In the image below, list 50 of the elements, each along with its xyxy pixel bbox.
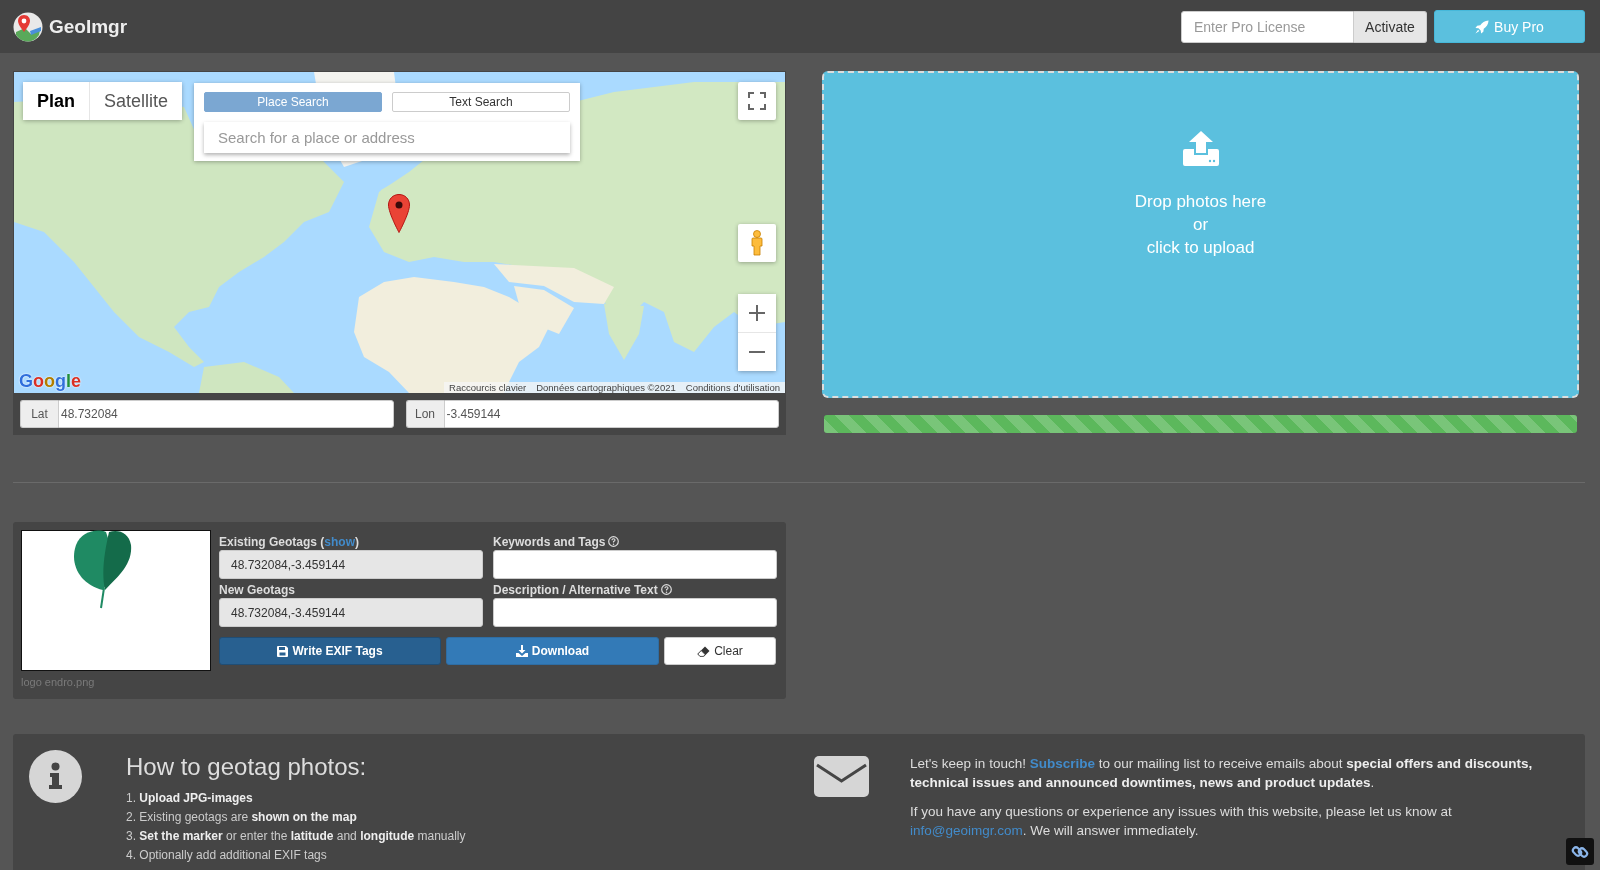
step-text: 3. Set the marker or enter the latitude and longitude manually (126, 828, 466, 845)
coordinate-field[interactable]: 48.732084 (58, 400, 394, 428)
app-name: GeoImgr (49, 15, 128, 38)
download-icon (515, 645, 528, 657)
map-type-tab[interactable]: Satellite (89, 82, 183, 120)
newsletter-text: Let's keep in touch! Subscribe to our mailing list to receive emails about special offers and discounts, technical issues and announced downtimes, news and product updates. (910, 755, 1534, 792)
field-label: Existing Geotags (show) (219, 534, 360, 549)
eraser-icon (697, 645, 711, 657)
write-exif-button[interactable]: Write EXIF Tags (219, 637, 441, 665)
step-text: 4. Optionally add additional EXIF tags (126, 847, 328, 864)
place-search-field[interactable]: Search for a place or address (204, 122, 570, 153)
map-type-tab[interactable]: Plan (23, 82, 89, 120)
field-label: Keywords and Tags (493, 534, 606, 549)
step-text: 1. Upload JPG-images (126, 790, 254, 807)
person-icon (750, 230, 764, 256)
zoom-out-button[interactable] (738, 332, 776, 371)
help-icon[interactable] (608, 536, 620, 547)
attribution-text: Données cartographiques ©2021 (536, 382, 676, 393)
coordinate-label: Lat (20, 400, 58, 428)
input-field[interactable] (493, 550, 777, 579)
google-logo: Google (19, 371, 82, 391)
place-search-input[interactable]: Search for a place or address (218, 126, 562, 149)
coordinate-field[interactable]: -3.459144 (443, 400, 779, 428)
help-icon[interactable] (660, 584, 672, 595)
info-icon (29, 750, 82, 803)
upload-icon (1182, 131, 1219, 166)
field-label: Description / Alternative Text (493, 582, 658, 597)
plus-icon (749, 305, 765, 321)
download-button[interactable]: Download (446, 637, 659, 665)
coordinate-label: Lon (405, 400, 444, 428)
license-field[interactable]: Enter Pro License (1181, 10, 1354, 43)
clear-button[interactable]: Clear (664, 637, 776, 665)
search-mode-tab[interactable]: Text Search (392, 92, 570, 112)
attribution-text: Conditions d'utilisation (685, 382, 780, 393)
fullscreen-icon (748, 92, 766, 110)
section-heading: How to geotag photos: (126, 753, 368, 781)
input-field[interactable] (493, 598, 777, 627)
newsletter-text: If you have any questions or experience any issues with this website, please let us know at info@geoimgr.com. We will answer immediately. (910, 803, 1453, 840)
attribution-text: Raccourcis clavier (449, 382, 527, 393)
rocket-icon (1475, 19, 1490, 34)
field-label: New Geotags (219, 582, 296, 597)
step-text: 2. Existing geotags are shown on the map (126, 809, 358, 826)
fullscreen-button[interactable] (738, 82, 776, 120)
link-button[interactable] (1566, 838, 1594, 865)
envelope-icon (814, 756, 869, 797)
zoom-in-button[interactable] (738, 294, 776, 332)
minus-icon (749, 351, 765, 353)
map-pin-icon[interactable] (388, 194, 410, 233)
logo-icon (13, 11, 43, 42)
activate-button[interactable]: Activate (1354, 10, 1427, 43)
